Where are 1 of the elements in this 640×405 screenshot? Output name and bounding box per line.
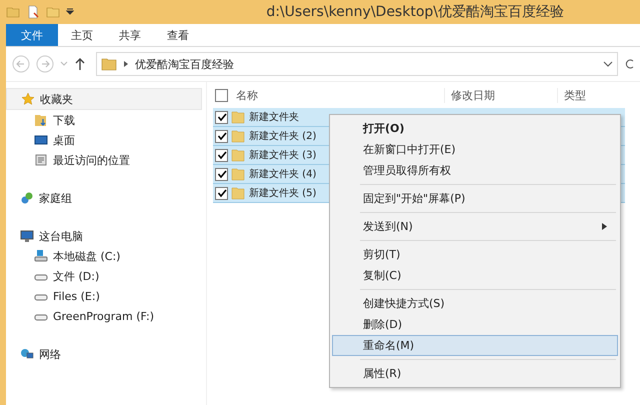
window-title: d:\Users\kenny\Desktop\优爱酷淘宝百度经验 xyxy=(266,3,564,21)
